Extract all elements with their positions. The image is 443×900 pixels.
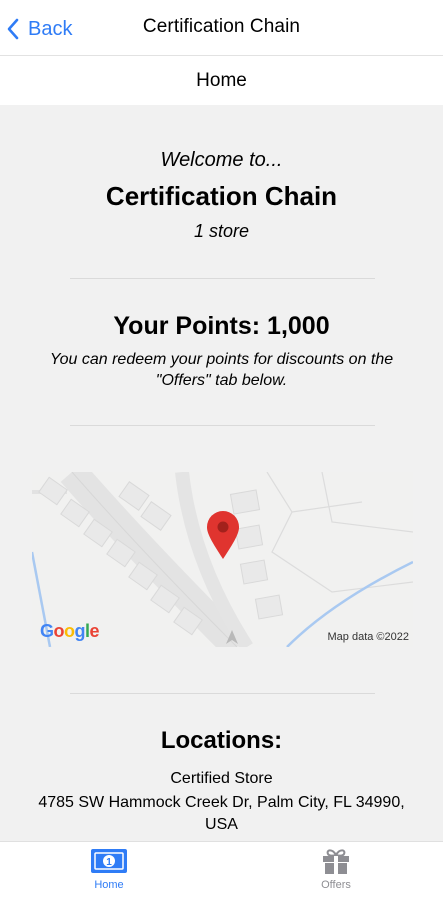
location-address[interactable]: 4785 SW Hammock Creek Dr, Palm City, FL … (30, 792, 413, 836)
store-name: Certification Chain (105, 181, 338, 211)
location-map[interactable]: Google Map data ©2022 (32, 472, 413, 647)
navigation-bar: Back Certification Chain (0, 0, 443, 56)
map-attribution[interactable]: Map data ©2022 (328, 631, 410, 643)
gift-icon (323, 849, 349, 874)
tab-offers-label: Offers (321, 879, 351, 891)
store-count: 1 store (193, 221, 250, 241)
points-title: Your Points: 1,000 (113, 312, 330, 340)
locations-title: Locations: (160, 727, 283, 754)
nav-title: Certification Chain (142, 16, 301, 37)
banknote-icon: 1 (91, 849, 127, 873)
tab-offers[interactable]: Offers (286, 848, 386, 891)
location-name: Certified Store (170, 770, 273, 787)
svg-text:1: 1 (106, 857, 112, 868)
welcome-text: Welcome to... (160, 149, 283, 171)
google-logo[interactable]: Google (40, 621, 100, 642)
home-content[interactable]: Welcome to... Certification Chain 1 stor… (0, 105, 443, 841)
divider (70, 425, 375, 426)
page-title: Home (0, 57, 443, 105)
tab-home[interactable]: 1 Home (59, 848, 159, 891)
divider (70, 693, 375, 694)
tab-home-label: Home (94, 879, 124, 891)
divider (70, 278, 375, 279)
tab-bar: 1 Home Offers (0, 841, 443, 900)
points-description: You can redeem your points for discounts… (49, 351, 394, 389)
